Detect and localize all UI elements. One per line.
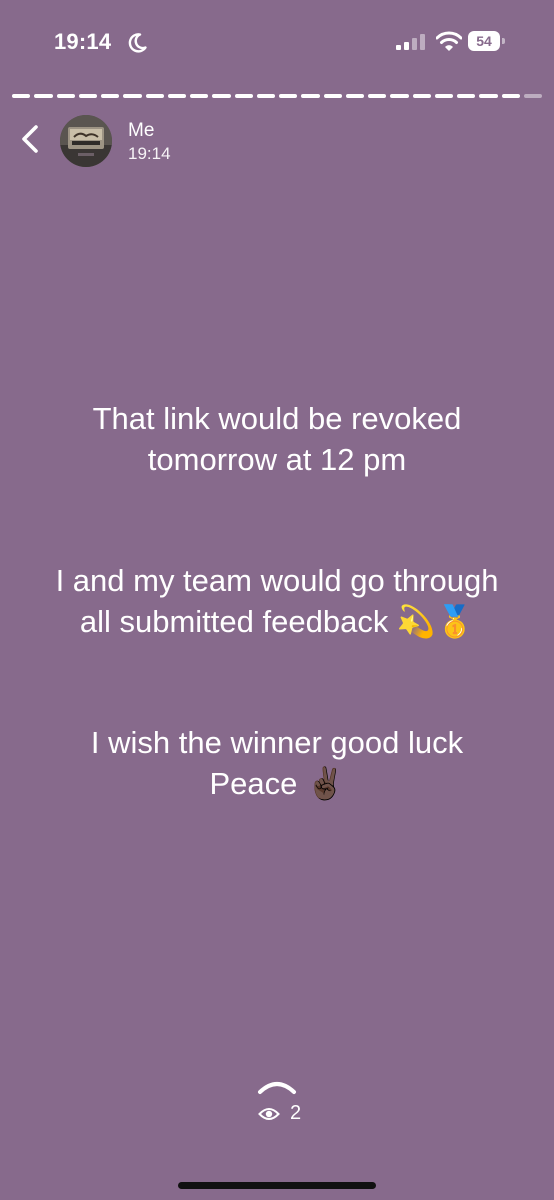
story-paragraph: That link would be revoked tomorrow at 1… (92, 401, 462, 477)
home-indicator[interactable] (178, 1182, 376, 1189)
wifi-icon (436, 31, 462, 51)
story-progress-segment (323, 94, 342, 98)
story-progress-segment (56, 94, 75, 98)
story-progress-segment (101, 94, 120, 98)
story-progress-segment (390, 94, 409, 98)
story-footer: 2 (0, 1072, 554, 1132)
avatar-image (60, 115, 112, 167)
story-progress-segment (234, 94, 253, 98)
story-progress-segment (190, 94, 209, 98)
story-paragraph: I and my team would go through all submi… (55, 563, 499, 639)
story-progress-segment (345, 94, 364, 98)
story-progress-segment (501, 94, 520, 98)
story-header: Me 19:14 (0, 112, 554, 172)
up-chevron-icon[interactable] (256, 1074, 298, 1096)
status-time: 19:14 (54, 29, 112, 54)
story-progress-segment (434, 94, 453, 98)
battery-level: 54 (468, 31, 500, 51)
story-author-name[interactable]: Me (128, 120, 154, 142)
eye-icon (258, 1107, 280, 1120)
story-progress-segment (412, 94, 431, 98)
story-progress-segment (368, 94, 387, 98)
view-count-button[interactable]: 2 (258, 1102, 301, 1125)
story-posted-time: 19:14 (128, 144, 171, 163)
signal-icon (396, 34, 425, 50)
story-progress-segment (279, 94, 298, 98)
story-paragraph: I wish the winner good luck Peace ✌🏿 (90, 725, 464, 801)
battery-cap (502, 38, 505, 44)
story-progress-segment (256, 94, 275, 98)
story-progress-segment (145, 94, 164, 98)
story-progress-segment (34, 94, 53, 98)
story-progress-segment (12, 94, 31, 98)
story-progress-segment (167, 94, 186, 98)
battery-icon: 54 (468, 31, 505, 51)
back-chevron-icon[interactable] (18, 124, 44, 154)
story-text-content: That link would be revoked tomorrow at 1… (20, 398, 534, 804)
moon-icon (128, 33, 147, 53)
story-progress-bar (12, 94, 542, 100)
story-progress-segment (523, 94, 542, 98)
avatar[interactable] (60, 115, 112, 167)
story-progress-segment (123, 94, 142, 98)
story-progress-segment (301, 94, 320, 98)
story-progress-segment (457, 94, 476, 98)
view-count: 2 (290, 1102, 302, 1124)
status-bar: 19:14 54 (0, 0, 554, 80)
story-progress-segment (212, 94, 231, 98)
story-progress-segment (78, 94, 97, 98)
story-progress-segment (479, 94, 498, 98)
